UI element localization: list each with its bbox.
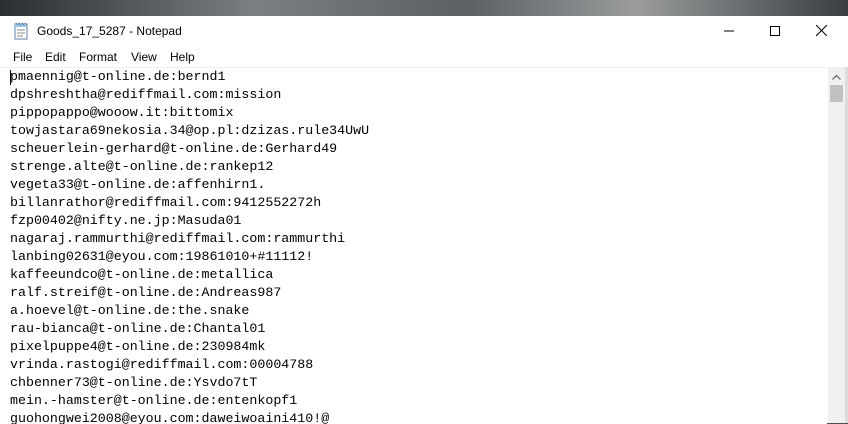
text-line: a.hoevel@t-online.de:the.snake <box>10 303 250 318</box>
minimize-button[interactable] <box>706 16 752 47</box>
text-line: fzp00402@nifty.ne.jp:Masuda01 <box>10 213 242 228</box>
close-button[interactable] <box>798 16 844 47</box>
title-bar[interactable]: Goods_17_5287 - Notepad <box>0 16 848 47</box>
text-line: lanbing02631@eyou.com:19861010+#11112! <box>10 249 314 264</box>
text-line: rau-bianca@t-online.de:Chantal01 <box>10 321 266 336</box>
maximize-icon <box>770 23 780 41</box>
scroll-up-button[interactable] <box>828 67 845 84</box>
text-line: pmaennig@t-online.de:bernd1 <box>10 69 226 84</box>
desktop-wallpaper-strip <box>0 0 848 16</box>
text-line: pippopappo@wooow.it:bittomix <box>10 105 234 120</box>
text-caret <box>10 70 11 85</box>
vertical-scrollbar[interactable] <box>828 67 845 423</box>
text-editor[interactable]: pmaennig@t-online.de:bernd1 dpshreshtha@… <box>0 67 827 424</box>
chevron-up-icon <box>832 67 841 85</box>
menu-bar: File Edit Format View Help <box>0 47 848 67</box>
text-line: vrinda.rastogi@rediffmail.com:00004788 <box>10 357 314 372</box>
text-line: chbenner73@t-online.de:Ysvdo7tT <box>10 375 258 390</box>
menu-format[interactable]: Format <box>79 50 117 64</box>
close-icon <box>815 23 827 41</box>
maximize-button[interactable] <box>752 16 798 47</box>
text-line: vegeta33@t-online.de:affenhirn1. <box>10 177 266 192</box>
text-line: mein.-hamster@t-online.de:entenkopf1 <box>10 393 298 408</box>
text-line: pixelpuppe4@t-online.de:230984mk <box>10 339 266 354</box>
menu-help[interactable]: Help <box>170 50 195 64</box>
text-line: guohongwei2008@eyou.com:daweiwoaini410!@ <box>10 411 330 424</box>
text-line: strenge.alte@t-online.de:rankep12 <box>10 159 274 174</box>
menu-edit[interactable]: Edit <box>45 50 66 64</box>
text-line: scheuerlein-gerhard@t-online.de:Gerhard4… <box>10 141 338 156</box>
text-line: ralf.streif@t-online.de:Andreas987 <box>10 285 282 300</box>
text-line: nagaraj.rammurthi@rediffmail.com:rammurt… <box>10 231 346 246</box>
text-line: billanrathor@rediffmail.com:9412552272h <box>10 195 322 210</box>
notepad-icon <box>13 22 29 40</box>
minimize-icon <box>724 23 734 41</box>
menu-view[interactable]: View <box>131 50 157 64</box>
text-line: towjastara69nekosia.34@op.pl:dzizas.rule… <box>10 123 370 138</box>
text-lines: pmaennig@t-online.de:bernd1 dpshreshtha@… <box>10 68 369 424</box>
scroll-thumb[interactable] <box>830 85 843 102</box>
window-title: Goods_17_5287 - Notepad <box>37 24 182 38</box>
notepad-window: Goods_17_5287 - Notepad File Edit Format… <box>0 16 848 424</box>
text-line: kaffeeundco@t-online.de:metallica <box>10 267 274 282</box>
text-line: dpshreshtha@rediffmail.com:mission <box>10 87 282 102</box>
menu-file[interactable]: File <box>13 50 32 64</box>
